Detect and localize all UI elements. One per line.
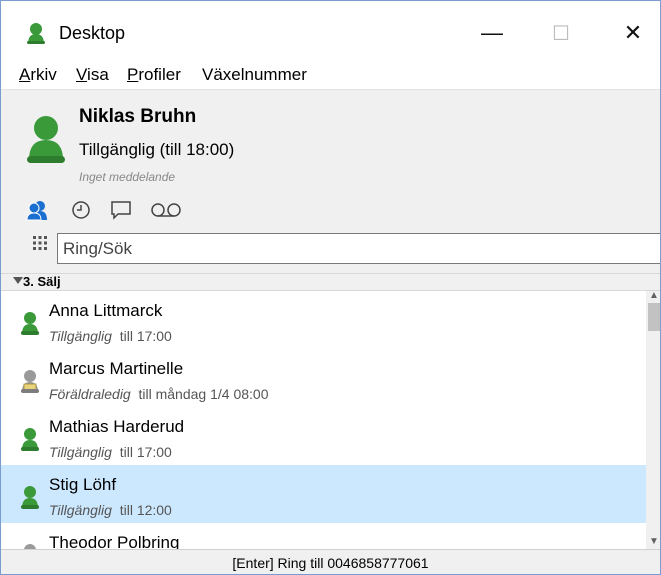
- contact-row[interactable]: Marcus Martinelle Föräldraledig till mån…: [1, 349, 646, 407]
- contact-state: Tillgänglig: [49, 444, 112, 460]
- menu-profiler-label: rofiler: [138, 65, 181, 84]
- contact-until: till 17:00: [119, 328, 172, 344]
- profile-panel: Niklas Bruhn Tillgänglig (till 18:00) In…: [1, 89, 660, 273]
- scroll-down-arrow-icon[interactable]: ▼: [648, 537, 660, 547]
- contact-name: Anna Littmarck: [49, 301, 163, 320]
- menu-arkiv-accel: A: [19, 65, 31, 84]
- profile-status[interactable]: Tillgänglig (till 18:00): [79, 140, 234, 160]
- contact-name: Stig Löhf: [49, 475, 117, 494]
- contact-row[interactable]: Anna Littmarck Tillgänglig till 17:00: [1, 291, 646, 349]
- menu-arkiv-label: rkiv: [30, 65, 57, 84]
- title-bar[interactable]: Desktop — ☐ ✕: [1, 1, 660, 53]
- menu-arkiv[interactable]: Arkiv: [19, 65, 57, 85]
- menu-profiler[interactable]: Profiler: [127, 65, 181, 85]
- search-bar: [25, 233, 660, 265]
- contact-status: Tillgänglig till 17:00: [49, 444, 172, 460]
- menu-visa[interactable]: Visa: [76, 65, 109, 85]
- contact-until: till 12:00: [119, 502, 172, 518]
- menu-bar: Arkiv Visa Profiler Växelnummer: [1, 63, 660, 89]
- chat-icon[interactable]: [109, 198, 133, 222]
- contact-state: Tillgänglig: [49, 502, 112, 518]
- clock-icon[interactable]: [69, 198, 93, 222]
- contact-row-selected[interactable]: Stig Löhf Tillgänglig till 12:00: [1, 465, 646, 523]
- contact-row[interactable]: Theodor Polbring: [1, 523, 646, 549]
- contact-name: Mathias Harderud: [49, 417, 185, 436]
- menu-visa-accel: V: [76, 65, 88, 84]
- status-bar: [Enter] Ring till 0046858777061: [1, 549, 660, 574]
- presence-available-icon: [21, 428, 39, 451]
- presence-available-icon: [21, 312, 39, 335]
- contact-until: till måndag 1/4 08:00: [138, 386, 269, 402]
- menu-vaxelnummer-label: Växelnummer: [202, 65, 307, 84]
- presence-icon[interactable]: [25, 198, 49, 222]
- app-window: Desktop — ☐ ✕ Arkiv Visa Profiler Växeln…: [0, 0, 661, 575]
- dialpad-icon[interactable]: [31, 234, 49, 252]
- voicemail-icon[interactable]: [149, 198, 183, 222]
- contact-status: Tillgänglig till 12:00: [49, 502, 172, 518]
- contact-until: till 17:00: [119, 444, 172, 460]
- profile-message[interactable]: Inget meddelande: [79, 170, 175, 184]
- app-icon: [27, 23, 45, 44]
- presence-available-icon: [21, 486, 39, 509]
- close-button[interactable]: ✕: [610, 13, 656, 53]
- presence-away-icon: [21, 370, 39, 393]
- scrollbar-thumb[interactable]: [648, 303, 660, 331]
- profile-name: Niklas Bruhn: [79, 106, 197, 127]
- avatar[interactable]: [25, 114, 67, 166]
- maximize-button[interactable]: ☐: [538, 13, 584, 53]
- contact-state: Tillgänglig: [49, 328, 112, 344]
- scroll-up-arrow-icon[interactable]: ▲: [648, 291, 660, 301]
- menu-vaxelnummer[interactable]: Växelnummer: [202, 65, 307, 85]
- menu-visa-label: isa: [87, 65, 109, 84]
- contact-state: Föräldraledig: [49, 386, 131, 402]
- menu-profiler-accel: P: [127, 65, 139, 84]
- scrollbar[interactable]: ▲ ▼: [646, 291, 660, 549]
- contact-list: Anna Littmarck Tillgänglig till 17:00 Ma…: [1, 291, 646, 549]
- contact-name: Marcus Martinelle: [49, 359, 184, 378]
- contact-name: Theodor Polbring: [49, 533, 180, 549]
- group-header[interactable]: 3. Sälj: [1, 273, 660, 291]
- group-label: 3. Sälj: [23, 274, 61, 289]
- search-input[interactable]: [57, 233, 660, 264]
- contact-row[interactable]: Mathias Harderud Tillgänglig till 17:00: [1, 407, 646, 465]
- minimize-button[interactable]: —: [469, 13, 515, 53]
- window-title: Desktop: [59, 23, 126, 43]
- collapse-triangle-icon[interactable]: [13, 277, 23, 284]
- contact-status: Tillgänglig till 17:00: [49, 328, 172, 344]
- contact-status: Föräldraledig till måndag 1/4 08:00: [49, 386, 268, 402]
